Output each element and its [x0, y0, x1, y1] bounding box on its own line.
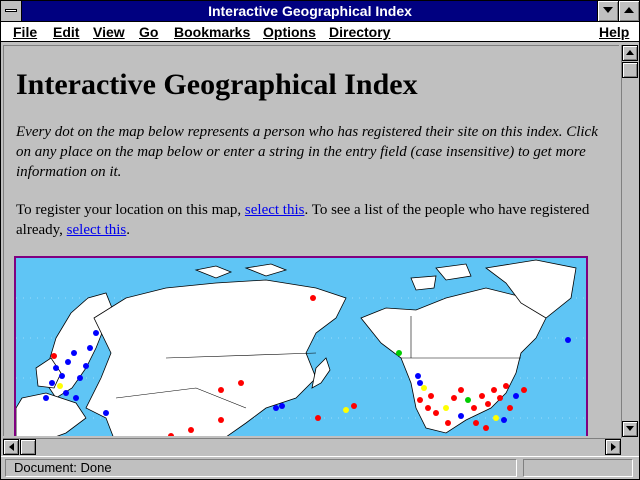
scroll-right-button[interactable] — [605, 439, 621, 455]
menu-file-label: File — [13, 24, 38, 40]
status-bar: Document: Done — [1, 456, 639, 479]
world-map-graphic — [16, 259, 586, 436]
menu-bookmarks-label: Bookmarks — [174, 24, 251, 40]
menu-go[interactable]: Go — [139, 24, 158, 40]
world-map-imagemap[interactable] — [14, 256, 588, 436]
register-text-prefix: To register your location on this map, — [16, 202, 245, 218]
scroll-up-button[interactable] — [622, 45, 638, 61]
menu-options-label: Options — [263, 24, 316, 40]
menu-view[interactable]: View — [93, 24, 125, 40]
document-view[interactable]: Interactive Geographical Index Every dot… — [3, 45, 619, 436]
vertical-scroll-thumb[interactable] — [622, 62, 638, 78]
scroll-left-button[interactable] — [3, 439, 19, 455]
arrow-right-icon — [611, 443, 616, 451]
menu-options[interactable]: Options — [263, 24, 316, 40]
menu-help[interactable]: Help — [599, 24, 629, 40]
status-text: Document: Done — [5, 459, 517, 477]
scrollbar-corner — [621, 438, 637, 454]
menu-go-label: Go — [139, 24, 159, 40]
register-link[interactable]: select this — [245, 202, 305, 218]
page-title: Interactive Geographical Index — [16, 68, 418, 101]
title-bar[interactable]: Interactive Geographical Index — [1, 1, 639, 22]
menu-view-label: View — [93, 24, 125, 40]
vertical-scrollbar[interactable] — [621, 45, 638, 438]
scroll-down-button[interactable] — [622, 421, 638, 437]
menu-edit-label: Edit — [53, 24, 80, 40]
triangle-down-icon — [603, 7, 613, 13]
arrow-up-icon — [626, 50, 634, 55]
menu-help-label: Help — [599, 24, 630, 40]
arrow-down-icon — [626, 426, 634, 431]
menu-edit[interactable]: Edit — [53, 24, 79, 40]
minimize-button[interactable] — [597, 1, 618, 21]
registered-list-link[interactable]: select this — [67, 222, 127, 238]
menu-file[interactable]: File — [13, 24, 37, 40]
menu-bar: File Edit View Go Bookmarks Options Dire… — [1, 22, 639, 42]
register-paragraph: To register your location on this map, s… — [16, 200, 612, 240]
menu-directory[interactable]: Directory — [329, 24, 390, 40]
horizontal-scrollbar[interactable] — [3, 438, 621, 455]
browser-window: Interactive Geographical Index File Edit… — [0, 0, 640, 480]
register-text-suffix: . — [126, 222, 130, 238]
maximize-button[interactable] — [618, 1, 639, 21]
system-menu-icon — [5, 9, 17, 12]
menu-directory-label: Directory — [329, 24, 391, 40]
system-menu-button[interactable] — [1, 1, 22, 21]
progress-indicator — [523, 459, 633, 477]
window-title: Interactive Geographical Index — [208, 3, 412, 19]
horizontal-scroll-thumb[interactable] — [20, 439, 36, 455]
arrow-left-icon — [9, 443, 14, 451]
triangle-up-icon — [624, 7, 634, 13]
intro-paragraph: Every dot on the map below represents a … — [16, 124, 598, 180]
menu-bookmarks[interactable]: Bookmarks — [174, 24, 250, 40]
